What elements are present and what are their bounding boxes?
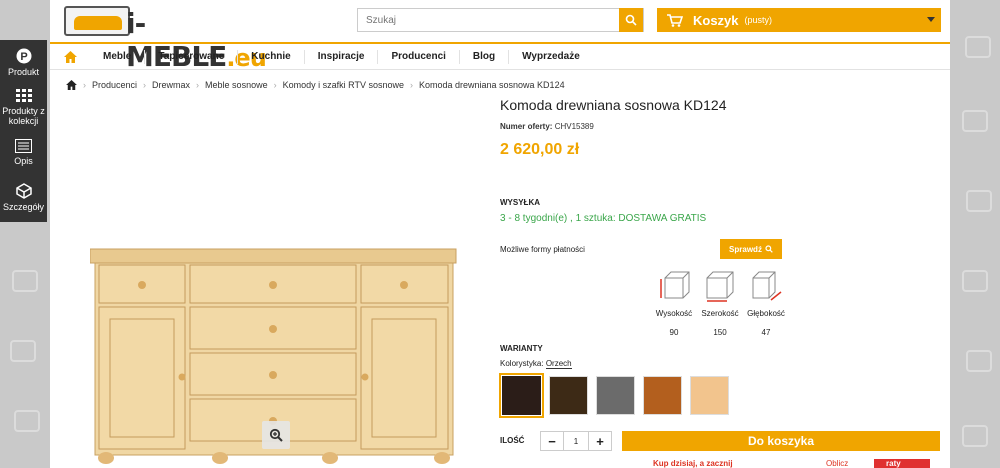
color-label: Kolorystyka: Orzech (500, 359, 572, 369)
dimension-width: Szerokość 150 (699, 268, 741, 337)
breadcrumb-item[interactable]: Producenci (92, 80, 137, 90)
shipping-label: WYSYŁKA (500, 198, 540, 207)
side-item-produkt[interactable]: P Produkt (0, 40, 47, 85)
product-title: Komoda drewniana sosnowa KD124 (500, 97, 727, 113)
decrement-button[interactable]: − (541, 432, 563, 450)
svg-text:P: P (20, 51, 27, 63)
variants-label: WARIANTY (500, 344, 543, 353)
p-circle-icon: P (16, 48, 31, 64)
nav-item-tapicerowane[interactable]: Tapicerowane (144, 49, 237, 64)
furniture-icon (966, 350, 992, 372)
shipping-value: 3 - 8 tygodni(e) , 1 sztuka: DOSTAWA GRA… (500, 213, 707, 224)
breadcrumb-item[interactable]: Meble sosnowe (205, 80, 268, 90)
furniture-icon (962, 110, 988, 132)
quantity-stepper: − 1 + (540, 431, 612, 451)
breadcrumb: › Producenci › Drewmax › Meble sosnowe ›… (66, 80, 565, 90)
furniture-icon (962, 270, 988, 292)
check-button-label: Sprawdź (729, 244, 762, 254)
list-icon (15, 139, 32, 153)
grid-icon (15, 89, 32, 102)
home-icon[interactable] (66, 80, 77, 90)
color-swatch[interactable] (643, 376, 682, 415)
chevron-right-icon: › (409, 80, 413, 90)
width-icon (706, 271, 734, 302)
chevron-right-icon: › (143, 80, 147, 90)
nav-item-kuchnie[interactable]: Kuchnie (237, 49, 303, 64)
cube-icon (15, 183, 32, 199)
search-icon (765, 245, 773, 253)
dimension-depth: Głębokość 47 (745, 268, 787, 337)
zoom-button[interactable] (262, 421, 290, 449)
dimensions: Wysokość 90 Szerokość 150 Głębokość 47 (650, 268, 790, 340)
furniture-icon (966, 190, 992, 212)
breadcrumb-item[interactable]: Komody i szafki RTV sosnowe (283, 80, 404, 90)
quantity-input[interactable]: 1 (563, 432, 589, 450)
page: i-MEBLE.eu Koszyk (pusty) Meble Tapicero… (50, 0, 950, 468)
furniture-icon (10, 340, 36, 362)
promo-text: Kup dzisiaj, a zacznij (653, 459, 733, 468)
side-item-szczegoly[interactable]: Szczegóły (0, 175, 47, 220)
furniture-icon (12, 270, 38, 292)
furniture-icon (965, 36, 991, 58)
product-price: 2 620,00 zł (500, 141, 580, 158)
side-item-opis[interactable]: Opis (0, 130, 47, 175)
furniture-icon (962, 425, 988, 447)
chevron-right-icon: › (83, 80, 86, 90)
nav-item-producenci[interactable]: Producenci (377, 49, 458, 64)
add-to-cart-button[interactable]: Do koszyka (622, 431, 940, 451)
furniture-icon (14, 410, 40, 432)
offer-number: Numer oferty: CHV15389 (500, 122, 594, 131)
chevron-right-icon: › (196, 80, 200, 90)
chevron-right-icon: › (273, 80, 277, 90)
dimension-height: Wysokość 90 (653, 268, 695, 337)
product-info: Komoda drewniana sosnowa KD124 Numer ofe… (499, 0, 940, 468)
payment-label: Możliwe formy płatności (500, 245, 585, 254)
nav-item-meble[interactable]: Meble (90, 50, 144, 64)
height-icon (660, 271, 690, 299)
zoom-in-icon (269, 428, 283, 442)
color-swatch[interactable] (499, 373, 544, 418)
side-panel: P Produkt Produkty z kolekcji Opis Szcze… (0, 40, 47, 222)
logo-sofa-icon (64, 6, 130, 36)
color-swatch[interactable] (549, 376, 588, 415)
quantity-label: ILOŚĆ (500, 436, 525, 445)
home-icon (63, 50, 77, 63)
home-link[interactable] (50, 50, 90, 63)
increment-button[interactable]: + (589, 432, 611, 450)
nav-item-inspiracje[interactable]: Inspiracje (303, 49, 378, 64)
breadcrumb-item[interactable]: Drewmax (152, 80, 190, 90)
side-item-kolekcja[interactable]: Produkty z kolekcji (0, 85, 47, 130)
depth-icon (752, 271, 782, 301)
color-swatch[interactable] (690, 376, 729, 415)
check-payment-button[interactable]: Sprawdź (720, 239, 782, 259)
raty-calc-link[interactable]: Oblicz (826, 459, 866, 468)
logo[interactable]: i-MEBLE.eu (64, 4, 267, 73)
raty-logo[interactable]: raty (874, 459, 930, 468)
color-swatches (499, 373, 729, 418)
color-swatch[interactable] (596, 376, 635, 415)
